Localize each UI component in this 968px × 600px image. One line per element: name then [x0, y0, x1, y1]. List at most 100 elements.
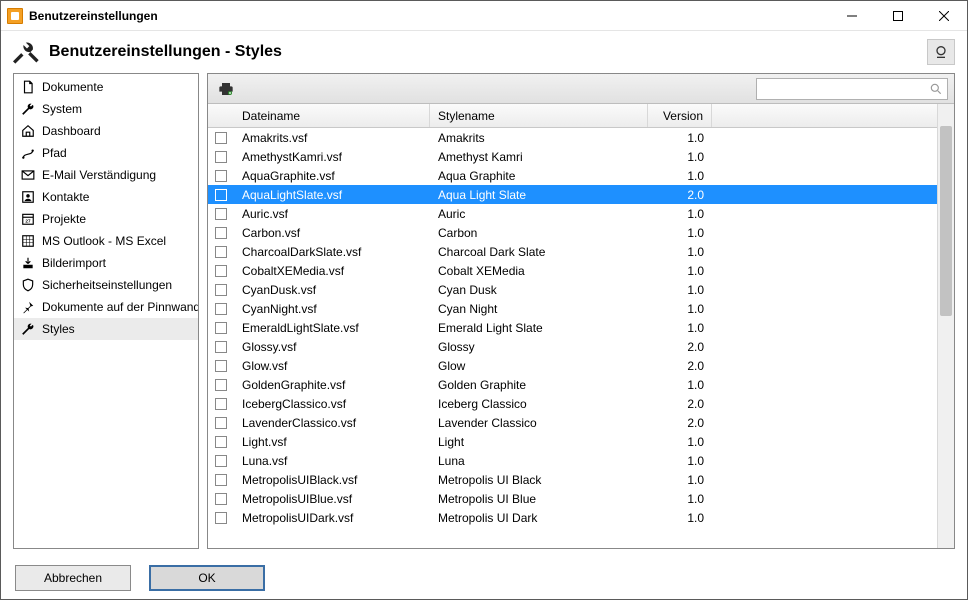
- cell-filename: MetropolisUIBlack.vsf: [234, 473, 430, 487]
- header-action-button[interactable]: [927, 39, 955, 65]
- search-icon: [929, 82, 943, 96]
- sidebar-item-pfad[interactable]: Pfad: [14, 142, 198, 164]
- table-row[interactable]: Light.vsfLight1.0: [208, 432, 937, 451]
- sidebar-item-pinnwand[interactable]: Dokumente auf der Pinnwand: [14, 296, 198, 318]
- row-checkbox[interactable]: [215, 284, 227, 296]
- row-checkbox[interactable]: [215, 455, 227, 467]
- cell-version: 1.0: [648, 150, 712, 164]
- row-checkbox[interactable]: [215, 208, 227, 220]
- table-row[interactable]: CyanDusk.vsfCyan Dusk1.0: [208, 280, 937, 299]
- cell-stylename: Golden Graphite: [430, 378, 648, 392]
- print-button[interactable]: [214, 78, 238, 100]
- row-checkbox[interactable]: [215, 398, 227, 410]
- sidebar-item-dokumente[interactable]: Dokumente: [14, 76, 198, 98]
- cell-version: 1.0: [648, 321, 712, 335]
- row-checkbox[interactable]: [215, 341, 227, 353]
- ok-button[interactable]: OK: [149, 565, 265, 591]
- row-checkbox[interactable]: [215, 474, 227, 486]
- row-checkbox[interactable]: [215, 322, 227, 334]
- table-row[interactable]: MetropolisUIDark.vsfMetropolis UI Dark1.…: [208, 508, 937, 527]
- cell-stylename: Charcoal Dark Slate: [430, 245, 648, 259]
- row-checkbox[interactable]: [215, 436, 227, 448]
- search-box[interactable]: [756, 78, 948, 100]
- cell-version: 1.0: [648, 435, 712, 449]
- table-row[interactable]: Carbon.vsfCarbon1.0: [208, 223, 937, 242]
- sidebar-item-projekte[interactable]: 27Projekte: [14, 208, 198, 230]
- maximize-button[interactable]: [875, 1, 921, 30]
- row-checkbox[interactable]: [215, 170, 227, 182]
- cell-version: 2.0: [648, 397, 712, 411]
- row-checkbox[interactable]: [215, 246, 227, 258]
- styles-table: Dateiname Stylename Version Amakrits.vsf…: [208, 104, 937, 548]
- row-checkbox[interactable]: [215, 227, 227, 239]
- document-icon: [20, 79, 36, 95]
- minimize-icon: [847, 11, 857, 21]
- sidebar-item-sicherheit[interactable]: Sicherheitseinstellungen: [14, 274, 198, 296]
- sidebar-item-dashboard[interactable]: Dashboard: [14, 120, 198, 142]
- row-checkbox[interactable]: [215, 303, 227, 315]
- table-row[interactable]: Auric.vsfAuric1.0: [208, 204, 937, 223]
- row-checkbox[interactable]: [215, 151, 227, 163]
- table-row[interactable]: AquaGraphite.vsfAqua Graphite1.0: [208, 166, 937, 185]
- row-checkbox[interactable]: [215, 265, 227, 277]
- row-checkbox[interactable]: [215, 379, 227, 391]
- contact-icon: [20, 189, 36, 205]
- printer-icon: [218, 81, 234, 97]
- cell-filename: MetropolisUIBlue.vsf: [234, 492, 430, 506]
- table-row[interactable]: CyanNight.vsfCyan Night1.0: [208, 299, 937, 318]
- cell-filename: Carbon.vsf: [234, 226, 430, 240]
- minimize-button[interactable]: [829, 1, 875, 30]
- column-filename[interactable]: Dateiname: [234, 104, 430, 127]
- table-row[interactable]: AmethystKamri.vsfAmethyst Kamri1.0: [208, 147, 937, 166]
- close-button[interactable]: [921, 1, 967, 30]
- cell-filename: GoldenGraphite.vsf: [234, 378, 430, 392]
- cell-stylename: Emerald Light Slate: [430, 321, 648, 335]
- sidebar-item-styles[interactable]: Styles: [14, 318, 198, 340]
- table-row[interactable]: GoldenGraphite.vsfGolden Graphite1.0: [208, 375, 937, 394]
- tools-icon: [13, 38, 41, 66]
- scroll-thumb[interactable]: [940, 126, 952, 316]
- row-checkbox[interactable]: [215, 132, 227, 144]
- cell-stylename: Amakrits: [430, 131, 648, 145]
- vertical-scrollbar[interactable]: [937, 104, 954, 548]
- table-row[interactable]: EmeraldLightSlate.vsfEmerald Light Slate…: [208, 318, 937, 337]
- column-stylename[interactable]: Stylename: [430, 104, 648, 127]
- cancel-button[interactable]: Abbrechen: [15, 565, 131, 591]
- table-row[interactable]: Glow.vsfGlow2.0: [208, 356, 937, 375]
- sidebar-item-outlook[interactable]: MS Outlook - MS Excel: [14, 230, 198, 252]
- table-row[interactable]: Amakrits.vsfAmakrits1.0: [208, 128, 937, 147]
- cell-stylename: Glow: [430, 359, 648, 373]
- row-checkbox[interactable]: [215, 493, 227, 505]
- globe-download-icon: [933, 44, 949, 60]
- column-version[interactable]: Version: [648, 104, 712, 127]
- cell-filename: CyanDusk.vsf: [234, 283, 430, 297]
- cell-version: 1.0: [648, 169, 712, 183]
- table-row[interactable]: Luna.vsfLuna1.0: [208, 451, 937, 470]
- row-checkbox[interactable]: [215, 189, 227, 201]
- maximize-icon: [893, 11, 903, 21]
- cell-filename: IcebergClassico.vsf: [234, 397, 430, 411]
- search-input[interactable]: [761, 82, 929, 96]
- cell-filename: EmeraldLightSlate.vsf: [234, 321, 430, 335]
- toolbar: [208, 74, 954, 104]
- sidebar-item-bilderimport[interactable]: Bilderimport: [14, 252, 198, 274]
- sidebar-item-label: Dokumente auf der Pinnwand: [42, 300, 199, 314]
- table-row[interactable]: CobaltXEMedia.vsfCobalt XEMedia1.0: [208, 261, 937, 280]
- cell-filename: Glow.vsf: [234, 359, 430, 373]
- table-row[interactable]: MetropolisUIBlack.vsfMetropolis UI Black…: [208, 470, 937, 489]
- table-row[interactable]: Glossy.vsfGlossy2.0: [208, 337, 937, 356]
- row-checkbox[interactable]: [215, 512, 227, 524]
- table-row[interactable]: AquaLightSlate.vsfAqua Light Slate2.0: [208, 185, 937, 204]
- table-row[interactable]: LavenderClassico.vsfLavender Classico2.0: [208, 413, 937, 432]
- table-row[interactable]: MetropolisUIBlue.vsfMetropolis UI Blue1.…: [208, 489, 937, 508]
- cell-version: 1.0: [648, 207, 712, 221]
- table-row[interactable]: IcebergClassico.vsfIceberg Classico2.0: [208, 394, 937, 413]
- row-checkbox[interactable]: [215, 360, 227, 372]
- row-checkbox[interactable]: [215, 417, 227, 429]
- table-row[interactable]: CharcoalDarkSlate.vsfCharcoal Dark Slate…: [208, 242, 937, 261]
- sidebar-item-system[interactable]: System: [14, 98, 198, 120]
- sidebar-item-kontakte[interactable]: Kontakte: [14, 186, 198, 208]
- sidebar-item-email[interactable]: E-Mail Verständigung: [14, 164, 198, 186]
- cell-version: 1.0: [648, 131, 712, 145]
- cell-stylename: Light: [430, 435, 648, 449]
